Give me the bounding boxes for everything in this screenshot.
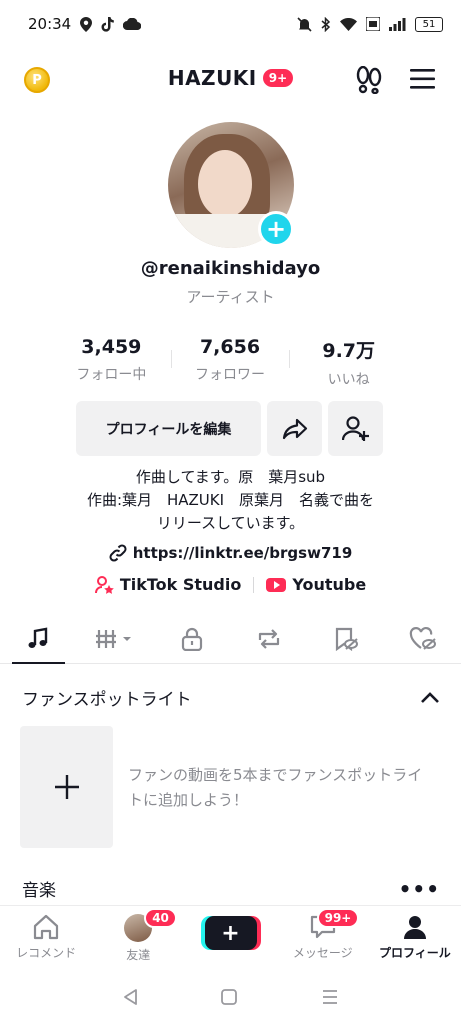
profile-bio: 作曲してます。原 葉月sub 作曲:葉月 HAZUKI 原葉月 名義で曲を リリ…: [0, 466, 461, 535]
home-icon: [33, 914, 59, 940]
nav-label: プロフィール: [379, 946, 451, 960]
friends-badge: 40: [144, 908, 177, 928]
username: @renaikinshidayo: [140, 258, 321, 279]
lock-icon: [181, 627, 203, 651]
home-button-icon[interactable]: [221, 989, 238, 1005]
section-title: ファンスポットライト: [22, 690, 192, 710]
youtube-link[interactable]: Youtube: [266, 575, 366, 594]
section-title: 音楽: [22, 881, 56, 901]
notification-badge: 9+: [262, 69, 294, 87]
battery-icon: 51: [415, 16, 443, 32]
profile-header: P HAZUKI 9+: [0, 58, 461, 102]
nav-profile[interactable]: プロフィール: [369, 906, 461, 965]
youtube-icon: [266, 577, 287, 592]
fan-spotlight-hint: ファンの動画を5本までファンスポットライトに追加しよう！: [128, 766, 423, 809]
studio-icon: [94, 575, 114, 594]
status-time: 20:34: [28, 15, 72, 33]
studio-label: TikTok Studio: [119, 575, 242, 594]
page-title: HAZUKI: [167, 66, 257, 90]
nav-inbox[interactable]: 99+ メッセージ: [277, 906, 369, 965]
link-icon: [109, 544, 127, 562]
status-bar: 20:34 51: [0, 0, 461, 48]
tab-liked[interactable]: [384, 614, 461, 663]
youtube-label: Youtube: [292, 575, 367, 594]
tab-music[interactable]: [0, 614, 77, 664]
location-icon: [80, 16, 93, 32]
music-section-header: 音楽 •••: [22, 876, 440, 902]
cloud-icon: [123, 18, 142, 30]
add-story-button[interactable]: +: [258, 211, 294, 247]
stat-value: 9.7万: [322, 340, 376, 362]
share-icon: [282, 418, 307, 439]
nav-label: レコメンド: [16, 946, 77, 960]
recents-icon[interactable]: [321, 989, 339, 1005]
stat-label: フォロワー: [195, 367, 265, 383]
tab-private[interactable]: [154, 614, 231, 663]
nav-create[interactable]: +: [184, 906, 276, 965]
back-icon[interactable]: [122, 988, 138, 1006]
profile-shortcuts: TikTok Studio Youtube: [0, 575, 461, 594]
music-note-icon: [28, 627, 48, 648]
more-options-icon[interactable]: •••: [399, 877, 440, 901]
menu-icon[interactable]: [410, 69, 435, 89]
volte-icon: [366, 17, 380, 31]
profile-category: アーティスト: [186, 288, 275, 306]
stat-label: いいね: [327, 372, 370, 388]
bio-line: リリースしています。: [156, 514, 305, 532]
nav-label: 友達: [126, 948, 151, 962]
account-switcher[interactable]: HAZUKI 9+: [0, 66, 461, 90]
repost-icon: [258, 628, 279, 649]
bio-line: 作曲:葉月 HAZUKI 原葉月 名義で曲を: [86, 491, 375, 509]
signal-icon: [389, 17, 406, 31]
bio-line: 作曲してます。原 葉月sub: [135, 468, 326, 486]
profile-stats: 3,459 フォロー中 7,656 フォロワー 9.7万 いいね: [52, 336, 408, 389]
bluetooth-icon: [321, 16, 331, 32]
nav-friends[interactable]: 40 友達: [92, 906, 184, 965]
add-friend-button[interactable]: [328, 401, 383, 456]
system-navigation: [0, 970, 461, 1024]
stat-following[interactable]: 3,459 フォロー中: [52, 336, 171, 389]
tab-reposts[interactable]: [230, 614, 307, 663]
bottom-navigation: レコメンド 40 友達 + 99+ メッセージ プロフィール: [0, 905, 461, 965]
add-fan-video-button[interactable]: [20, 726, 113, 848]
tab-videos[interactable]: [77, 614, 154, 663]
edit-profile-button[interactable]: プロフィールを編集: [76, 401, 261, 456]
content-tabs: [0, 614, 461, 664]
heart-hidden-icon: [409, 626, 436, 650]
add-user-icon: [341, 415, 369, 441]
stat-label: フォロー中: [76, 367, 147, 383]
tiktok-studio-link[interactable]: TikTok Studio: [94, 575, 242, 594]
nav-label: メッセージ: [292, 946, 353, 960]
stat-value: 3,459: [81, 336, 142, 358]
messages-badge: 99+: [316, 908, 360, 928]
mute-icon: [297, 16, 312, 32]
profile-link[interactable]: https://linktr.ee/brgsw719: [0, 544, 461, 562]
plus-icon: [54, 775, 79, 799]
stat-value: 7,656: [199, 336, 261, 358]
stat-followers[interactable]: 7,656 フォロワー: [170, 336, 290, 389]
create-button[interactable]: +: [204, 916, 257, 950]
link-text: https://linktr.ee/brgsw719: [132, 544, 353, 562]
tab-saved[interactable]: [307, 614, 384, 663]
nav-home[interactable]: レコメンド: [0, 906, 92, 965]
bookmark-hidden-icon: [335, 627, 358, 651]
divider: [253, 576, 255, 593]
share-profile-button[interactable]: [267, 401, 322, 456]
fan-spotlight-header[interactable]: ファンスポットライト: [22, 685, 440, 710]
chevron-up-icon[interactable]: [420, 691, 440, 704]
stat-likes[interactable]: 9.7万 いいね: [289, 336, 408, 389]
grid-filter-icon: [96, 629, 132, 648]
wifi-icon: [340, 17, 357, 31]
tiktok-status-icon: [101, 16, 115, 32]
footprint-icon[interactable]: [356, 66, 382, 94]
profile-icon: [403, 916, 426, 939]
